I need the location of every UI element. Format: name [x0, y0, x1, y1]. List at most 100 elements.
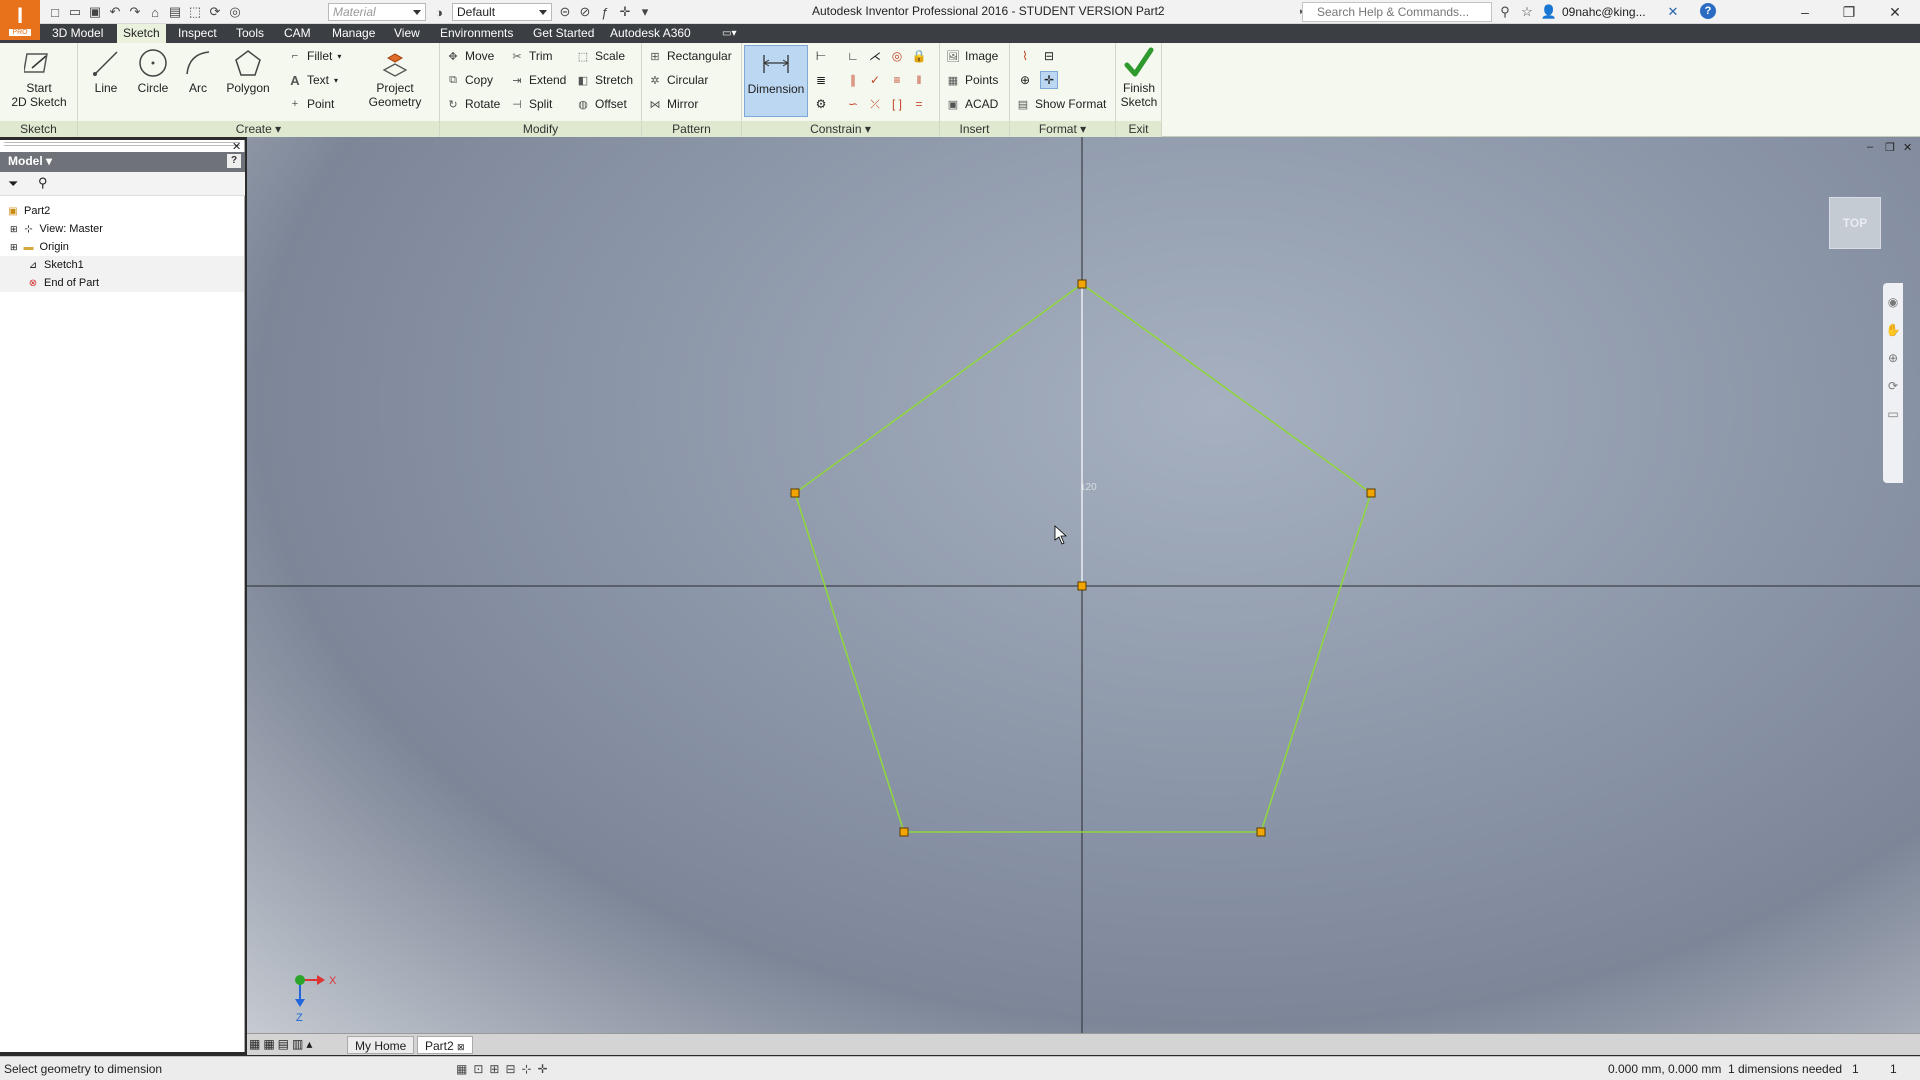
vertex-right[interactable] — [1366, 488, 1376, 498]
help-icon[interactable]: ? — [1700, 3, 1716, 19]
arc-button[interactable]: Arc — [178, 47, 218, 95]
tab-sketch[interactable]: Sketch — [117, 24, 166, 43]
circle-button[interactable]: Circle — [130, 47, 176, 95]
start-2d-sketch-button[interactable]: Start 2D Sketch — [6, 47, 72, 109]
minimize-button[interactable]: – — [1782, 0, 1828, 24]
tab-manage[interactable]: Manage — [326, 24, 381, 43]
polygon-button[interactable]: Polygon — [220, 47, 276, 95]
finish-sketch-button[interactable]: Finish Sketch — [1118, 47, 1160, 109]
collinear-icon[interactable]: ⤫ — [866, 95, 884, 113]
browser-help-icon[interactable]: ? — [227, 154, 241, 168]
tab-cam[interactable]: CAM — [278, 24, 317, 43]
customize-qat-icon[interactable]: ▾ — [636, 3, 654, 21]
show-format-button[interactable]: ▤ Show Format — [1016, 95, 1107, 113]
help-search-input[interactable]: Search Help & Commands... — [1302, 2, 1492, 22]
circular-pattern-button[interactable]: ✲ Circular — [648, 71, 708, 89]
tree-node-end-of-part[interactable]: ⊗ End of Part — [0, 274, 244, 292]
stretch-button[interactable]: ◧ Stretch — [576, 71, 633, 89]
tab-3d-model[interactable]: 3D Model — [46, 24, 109, 43]
auto-dimension-icon[interactable]: ⊢ — [812, 47, 830, 65]
select-icon[interactable]: ⬚ — [186, 3, 204, 21]
restore-button[interactable]: ❐ — [1826, 0, 1872, 24]
rectangular-pattern-button[interactable]: ⊞ Rectangular — [648, 47, 731, 65]
vertex-bottom-left[interactable] — [899, 827, 909, 837]
expand-icon[interactable]: ⊞ — [10, 224, 18, 235]
expand-icon[interactable]: ⊞ — [10, 242, 18, 253]
browser-grip[interactable] — [4, 142, 240, 146]
graphics-window[interactable]: 120 X Z – ❐ ✕ TOP ◉ ✋ ⊕ ⟳ ▭ — [247, 137, 1920, 1033]
symmetric-icon[interactable]: [ ] — [888, 95, 906, 113]
application-menu-button[interactable]: I PRO — [0, 0, 40, 40]
tree-node-view[interactable]: ⊞ ⊹ View: Master — [10, 220, 103, 238]
material-dropdown[interactable]: Material — [328, 3, 426, 21]
undo-icon[interactable]: ↶ — [106, 3, 124, 21]
tree-node-sketch1[interactable]: ⊿ Sketch1 — [0, 256, 244, 274]
tangent-icon[interactable]: ✓ — [866, 71, 884, 89]
rotate-button[interactable]: ↻ Rotate — [446, 95, 500, 113]
equal-icon[interactable]: = — [910, 95, 928, 113]
project-geometry-button[interactable]: Project Geometry — [360, 47, 430, 109]
close-tab-icon[interactable]: ⊠ — [457, 1042, 465, 1052]
tree-node-part[interactable]: ▣ Part2 — [6, 202, 50, 220]
tab-inspect[interactable]: Inspect — [172, 24, 223, 43]
viewport-close-icon[interactable]: ✕ — [1903, 141, 1912, 154]
center-point[interactable] — [1077, 581, 1087, 591]
zoom-icon[interactable]: ⊕ — [1888, 351, 1898, 365]
color-icon[interactable]: ◎ — [226, 3, 244, 21]
line-button[interactable]: Line — [84, 47, 128, 95]
tab-tools[interactable]: Tools — [230, 24, 270, 43]
save-icon[interactable]: ▣ — [86, 3, 104, 21]
mirror-button[interactable]: ⋈ Mirror — [648, 95, 699, 113]
center-point-icon[interactable]: ✛ — [1040, 71, 1058, 89]
tab-my-home[interactable]: My Home — [347, 1036, 415, 1054]
update-icon[interactable]: ⟳ — [206, 3, 224, 21]
home-icon[interactable]: ⌂ — [146, 3, 164, 21]
fix-icon[interactable]: 🔒 — [910, 47, 928, 65]
look-at-icon[interactable]: ▭ — [1887, 407, 1898, 421]
constraint-settings-icon[interactable]: ⚙ — [812, 95, 830, 113]
driven-dimension-icon[interactable]: ⊟ — [1040, 47, 1058, 65]
vertex-top[interactable] — [1077, 279, 1087, 289]
show-constraints-icon[interactable]: ≣ — [812, 71, 830, 89]
viewcube[interactable]: TOP — [1829, 197, 1881, 249]
offset-button[interactable]: ◍ Offset — [576, 95, 627, 113]
coincident-icon[interactable]: ⋌ — [866, 47, 884, 65]
exchange-apps-icon[interactable]: ✕ — [1664, 3, 1682, 21]
close-button[interactable]: ✕ — [1872, 0, 1918, 24]
orbit-icon[interactable]: ⟳ — [1888, 379, 1898, 393]
acad-button[interactable]: ▣ ACAD — [946, 95, 999, 113]
tab-part2[interactable]: Part2 ⊠ — [417, 1036, 473, 1054]
vertex-left[interactable] — [790, 488, 800, 498]
points-button[interactable]: ▦ Points — [946, 71, 999, 89]
favorites-star-icon[interactable]: ☆ — [1518, 3, 1536, 21]
tab-overflow-icon[interactable]: ▭▾ — [716, 24, 742, 43]
vertex-bottom-right[interactable] — [1256, 827, 1266, 837]
project-icon[interactable]: ▤ — [166, 3, 184, 21]
find-icon[interactable]: ⚲ — [38, 175, 48, 191]
pan-icon[interactable]: ✋ — [1886, 323, 1901, 337]
dimension-text[interactable]: 120 — [1080, 482, 1097, 493]
tab-view[interactable]: View — [388, 24, 426, 43]
user-account[interactable]: 09nahc@king... — [1562, 5, 1646, 19]
filter-icon[interactable]: ⏷ — [8, 176, 18, 192]
text-button[interactable]: A Text ▾ — [288, 71, 338, 89]
steering-wheel-icon[interactable]: ◉ — [1888, 295, 1898, 309]
status-tools-icons[interactable]: ▦⊡⊞⊟⊹✛ — [456, 1062, 554, 1076]
binoculars-icon[interactable]: ⚲ — [1496, 3, 1514, 21]
tree-node-origin[interactable]: ⊞ ▬ Origin — [10, 238, 69, 256]
scale-button[interactable]: ⬚ Scale — [576, 47, 625, 65]
window-arrange-icons[interactable]: ▦▦▤▥▴ — [249, 1037, 315, 1051]
horizontal-icon[interactable]: ≡ — [888, 71, 906, 89]
sketch-canvas[interactable]: 120 X Z — [247, 137, 1920, 1033]
tab-get-started[interactable]: Get Started — [527, 24, 600, 43]
clear-appearance-icon[interactable]: ⊝ — [556, 3, 574, 21]
perpendicular-icon[interactable]: ∟ — [844, 47, 862, 65]
dimension-button[interactable]: Dimension — [744, 45, 808, 117]
open-icon[interactable]: ▭ — [66, 3, 84, 21]
new-icon[interactable]: □ — [46, 3, 64, 21]
copy-button[interactable]: ⧉ Copy — [446, 71, 493, 89]
adjust-icon[interactable]: ⊘ — [576, 3, 594, 21]
appearance-dropdown[interactable]: Default — [452, 3, 552, 21]
move-button[interactable]: ✥ Move — [446, 47, 494, 65]
parallel-icon[interactable]: ∥ — [844, 71, 862, 89]
